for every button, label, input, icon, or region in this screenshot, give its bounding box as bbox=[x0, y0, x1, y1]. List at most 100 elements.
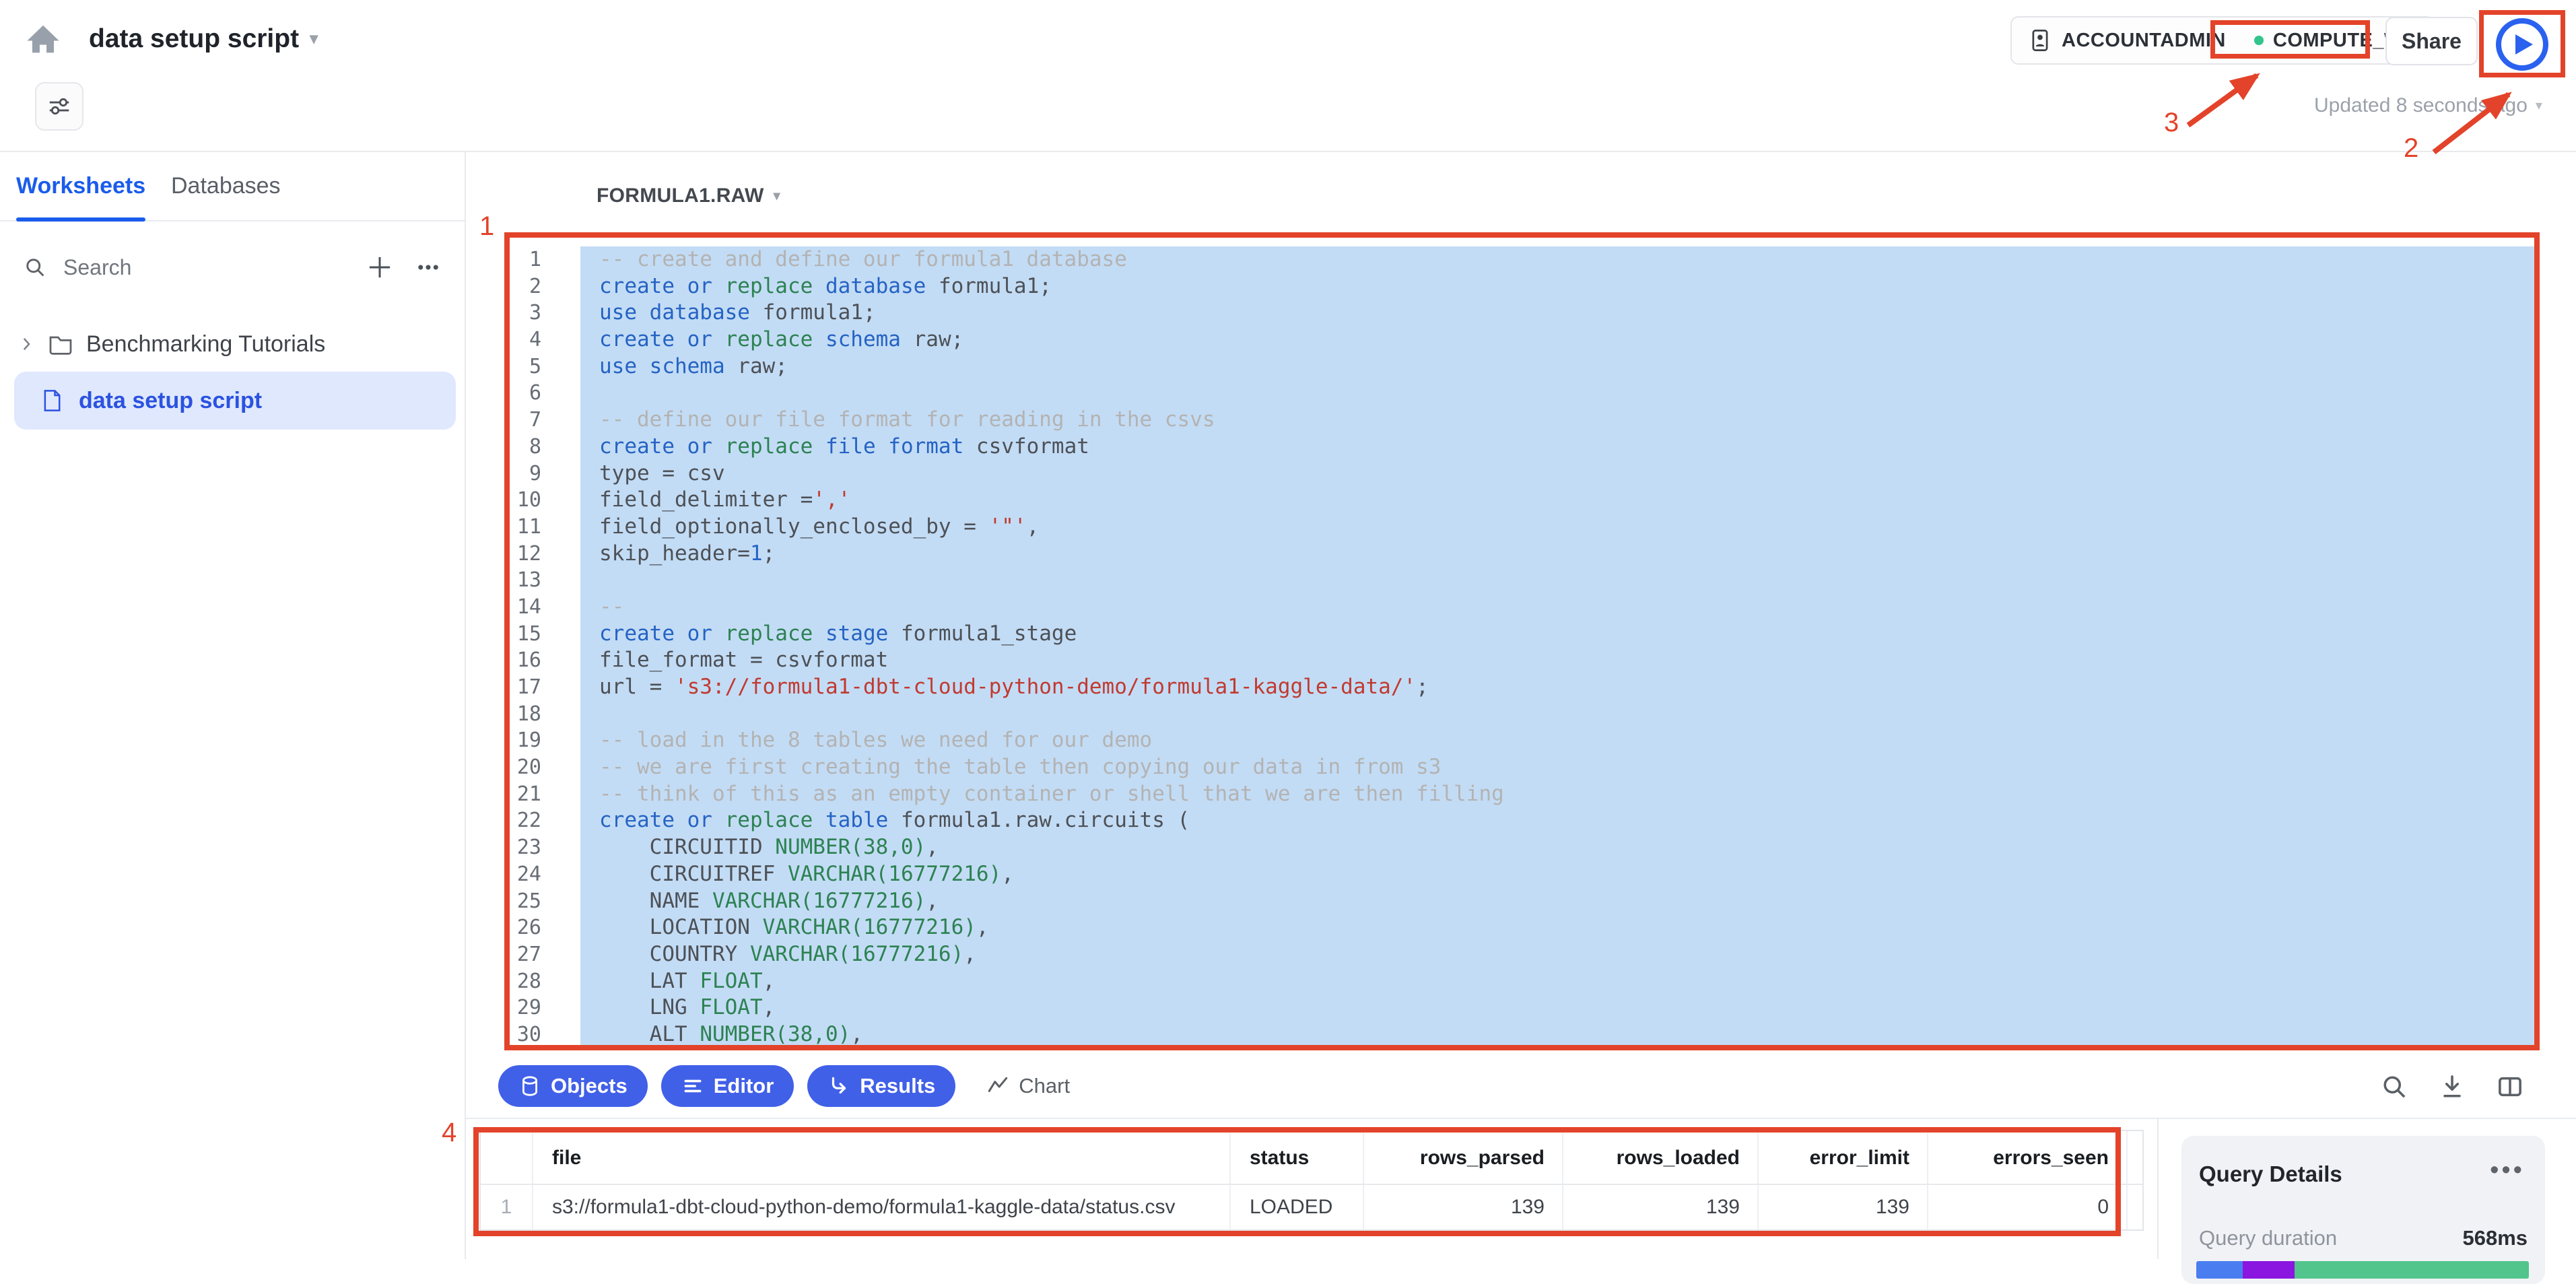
more-options-button[interactable] bbox=[415, 254, 442, 281]
column-header-rows_parsed[interactable]: rows_parsed bbox=[1364, 1131, 1563, 1185]
code-line[interactable]: 16file_format = csvformat bbox=[466, 647, 2538, 674]
line-number: 30 bbox=[466, 1021, 541, 1048]
code-line[interactable]: 1-- create and define our formula1 datab… bbox=[466, 246, 2538, 273]
results-table[interactable]: filestatusrows_parsedrows_loadederror_li… bbox=[479, 1130, 2144, 1231]
column-header-status[interactable]: status bbox=[1231, 1131, 1364, 1185]
column-header-rows_loaded[interactable]: rows_loaded bbox=[1563, 1131, 1759, 1185]
code-line[interactable]: 14-- bbox=[466, 594, 2538, 621]
code-line[interactable]: 29 LNG FLOAT, bbox=[466, 994, 2538, 1021]
code-line[interactable]: 15create or replace stage formula1_stage bbox=[466, 621, 2538, 648]
code-line[interactable]: 18 bbox=[466, 701, 2538, 728]
code-line[interactable]: 8create or replace file format csvformat bbox=[466, 434, 2538, 461]
return-arrow-icon bbox=[827, 1075, 850, 1097]
code-line[interactable]: 13 bbox=[466, 567, 2538, 594]
code-line[interactable]: 27 COUNTRY VARCHAR(16777216), bbox=[466, 941, 2538, 968]
code-line[interactable]: 12 skip_header=1; bbox=[466, 541, 2538, 568]
code-line[interactable]: 26 LOCATION VARCHAR(16777216), bbox=[466, 914, 2538, 941]
code-line[interactable]: 3 use database formula1; bbox=[466, 300, 2538, 327]
search-results-button[interactable] bbox=[2379, 1072, 2409, 1102]
line-number: 8 bbox=[466, 434, 541, 461]
role-label: ACCOUNTADMIN bbox=[2062, 30, 2226, 52]
code-text: -- bbox=[580, 594, 2538, 621]
code-line[interactable]: 11field_optionally_enclosed_by = '"', bbox=[466, 514, 2538, 541]
role-warehouse-selector[interactable]: ACCOUNTADMIN COMPUTE_WH bbox=[2010, 16, 2435, 65]
code-line[interactable]: 25 NAME VARCHAR(16777216), bbox=[466, 888, 2538, 915]
code-text: skip_header=1; bbox=[580, 541, 2538, 568]
code-text: use database formula1; bbox=[580, 300, 2538, 327]
line-number: 2 bbox=[466, 273, 541, 300]
sidebar-folder-benchmarking-tutorials[interactable]: Benchmarking Tutorials bbox=[18, 323, 325, 366]
code-line[interactable]: 2 create or replace database formula1; bbox=[466, 273, 2538, 300]
query-details-menu-button[interactable]: ••• bbox=[2490, 1156, 2525, 1185]
line-number: 7 bbox=[466, 407, 541, 434]
code-text: field_delimiter =',' bbox=[580, 487, 2538, 514]
objects-button[interactable]: Objects bbox=[498, 1065, 648, 1107]
download-results-button[interactable] bbox=[2437, 1072, 2467, 1102]
cell-rows_loaded: 139 bbox=[1563, 1185, 1759, 1229]
code-line[interactable]: 28 LAT FLOAT, bbox=[466, 968, 2538, 995]
column-header-file[interactable]: file bbox=[533, 1131, 1231, 1185]
user-badge-icon bbox=[2028, 28, 2052, 53]
filters-button[interactable] bbox=[35, 82, 83, 131]
code-line[interactable]: 7-- define our file format for reading i… bbox=[466, 407, 2538, 434]
worksheet-title-dropdown[interactable]: data setup script ▾ bbox=[89, 24, 318, 54]
sql-editor[interactable]: 1-- create and define our formula1 datab… bbox=[466, 246, 2538, 1048]
code-line[interactable]: 20-- we are first creating the table the… bbox=[466, 754, 2538, 781]
code-line[interactable]: 9type = csv bbox=[466, 461, 2538, 487]
column-header-fi[interactable]: fi bbox=[2128, 1131, 2144, 1185]
duration-bar-segment-2 bbox=[2243, 1261, 2295, 1279]
code-line[interactable]: 30 ALT NUMBER(38,0), bbox=[466, 1021, 2538, 1048]
database-schema-selector[interactable]: FORMULA1.RAW ▾ bbox=[597, 184, 780, 207]
code-line[interactable]: 21-- think of this as an empty container… bbox=[466, 781, 2538, 808]
code-line[interactable]: 17url = 's3://formula1-dbt-cloud-python-… bbox=[466, 674, 2538, 701]
code-text: LAT FLOAT, bbox=[580, 968, 2538, 995]
cell-rows_parsed: 139 bbox=[1364, 1185, 1563, 1229]
line-number: 13 bbox=[466, 567, 541, 594]
code-text: ALT NUMBER(38,0), bbox=[580, 1021, 2538, 1048]
new-worksheet-button[interactable] bbox=[365, 252, 395, 282]
sidebar-item-label: data setup script bbox=[79, 388, 262, 414]
line-number: 11 bbox=[466, 514, 541, 541]
line-number: 29 bbox=[466, 994, 541, 1021]
code-line[interactable]: 10field_delimiter =',' bbox=[466, 487, 2538, 514]
cell-rownum: 1 bbox=[481, 1185, 533, 1229]
run-button[interactable] bbox=[2496, 18, 2548, 71]
home-icon bbox=[25, 21, 61, 57]
results-actions bbox=[2379, 1072, 2525, 1102]
updated-dropdown[interactable]: Updated 8 seconds ago ▾ bbox=[2314, 94, 2542, 117]
code-text: create or replace database formula1; bbox=[580, 273, 2538, 300]
editor-button[interactable]: Editor bbox=[661, 1065, 794, 1107]
share-button[interactable]: Share bbox=[2385, 17, 2478, 65]
code-line[interactable]: 24 CIRCUITREF VARCHAR(16777216), bbox=[466, 861, 2538, 888]
line-number: 3 bbox=[466, 300, 541, 327]
line-number: 18 bbox=[466, 701, 541, 728]
code-line[interactable]: 22create or replace table formula1.raw.c… bbox=[466, 807, 2538, 834]
sidebar-item-data-setup-script[interactable]: data setup script bbox=[14, 372, 456, 430]
line-number: 24 bbox=[466, 861, 541, 888]
code-line[interactable]: 6 bbox=[466, 380, 2538, 407]
worksheet-title: data setup script bbox=[89, 24, 299, 54]
code-line[interactable]: 23 CIRCUITID NUMBER(38,0), bbox=[466, 834, 2538, 861]
results-button[interactable]: Results bbox=[807, 1065, 955, 1107]
search-input[interactable] bbox=[62, 255, 365, 281]
chevron-down-icon: ▾ bbox=[2536, 99, 2542, 112]
code-line[interactable]: 4create or replace schema raw; bbox=[466, 327, 2538, 353]
chart-tab[interactable]: Chart bbox=[986, 1074, 1070, 1098]
tab-worksheets[interactable]: Worksheets bbox=[16, 152, 145, 220]
line-number: 12 bbox=[466, 541, 541, 568]
column-header-error_limit[interactable]: error_limit bbox=[1759, 1131, 1928, 1185]
code-line[interactable]: 19-- load in the 8 tables we need for ou… bbox=[466, 727, 2538, 754]
code-text: CIRCUITID NUMBER(38,0), bbox=[580, 834, 2538, 861]
code-line[interactable]: 5use schema raw; bbox=[466, 353, 2538, 380]
line-number: 28 bbox=[466, 968, 541, 995]
sidebar: Worksheets Databases bbox=[0, 152, 466, 1259]
split-view-button[interactable] bbox=[2495, 1072, 2525, 1102]
line-number: 16 bbox=[466, 647, 541, 674]
query-details-panel: Query Details ••• Query duration 568ms bbox=[2157, 1119, 2576, 1259]
chart-line-icon bbox=[986, 1075, 1009, 1097]
cell-fi: n bbox=[2128, 1185, 2144, 1229]
tab-databases[interactable]: Databases bbox=[171, 152, 281, 220]
column-header-errors_seen[interactable]: errors_seen bbox=[1928, 1131, 2128, 1185]
code-text: url = 's3://formula1-dbt-cloud-python-de… bbox=[580, 674, 2538, 701]
home-button[interactable] bbox=[22, 18, 65, 61]
